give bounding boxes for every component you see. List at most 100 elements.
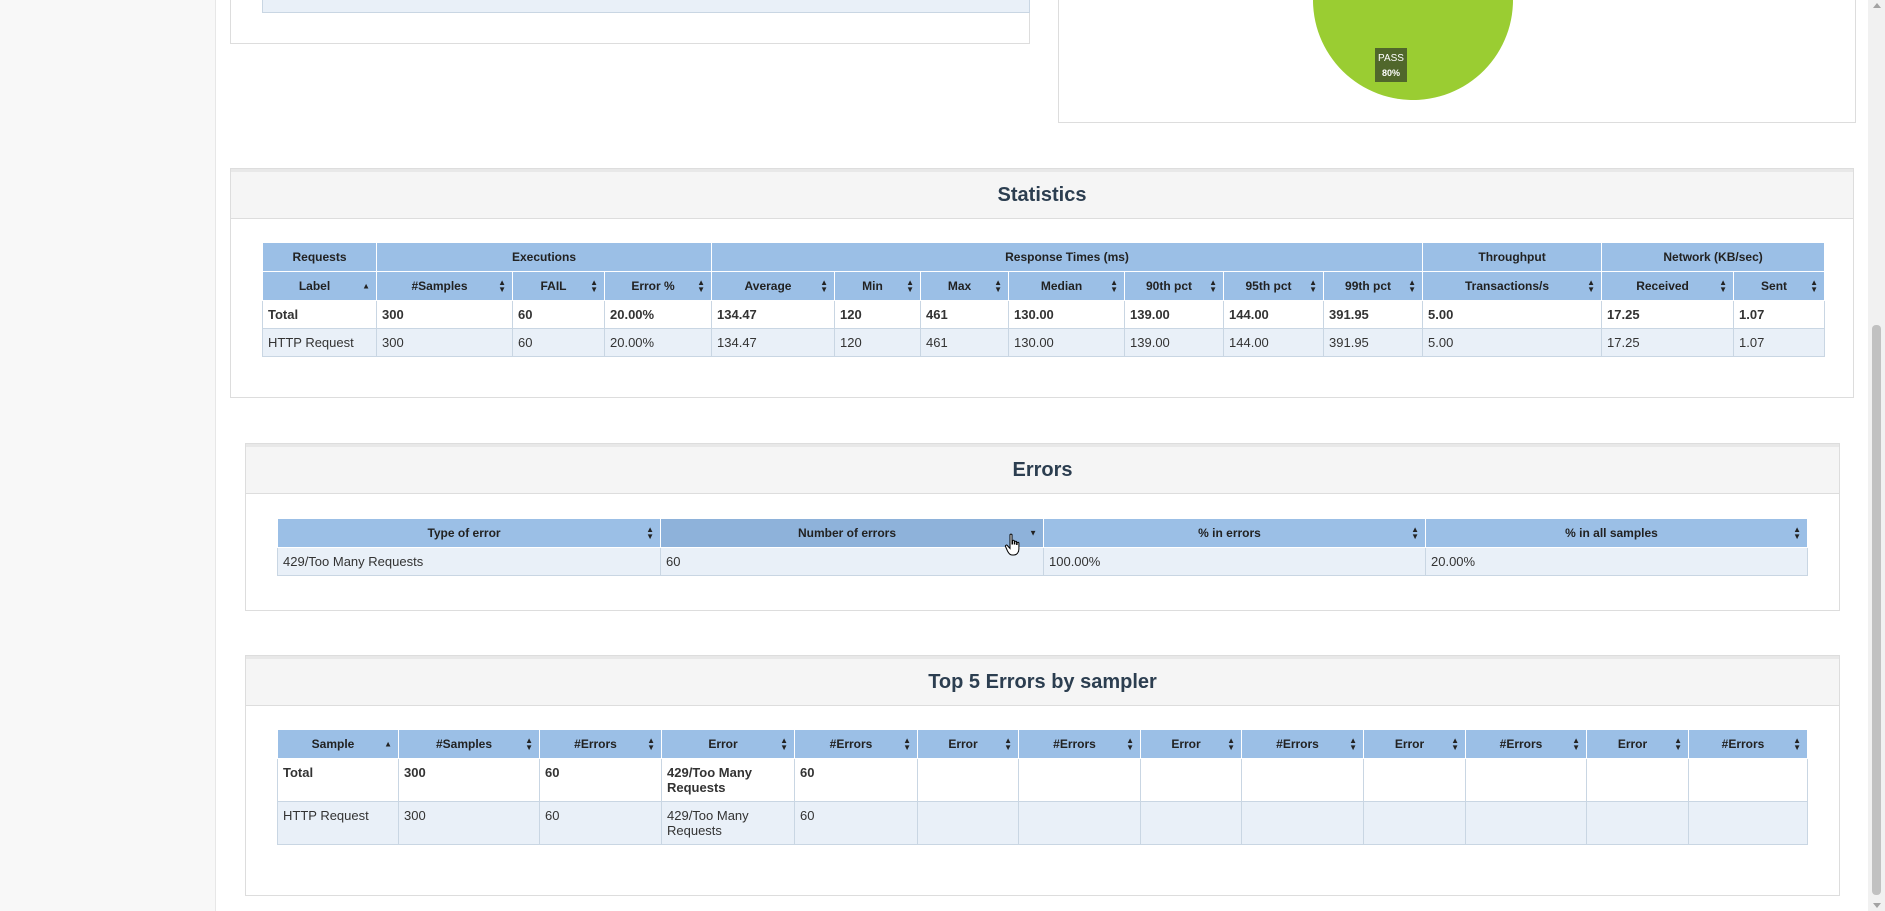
table-cell: 130.00 bbox=[1008, 300, 1126, 329]
column-header-samples[interactable]: #Samples ▲ ▼ bbox=[398, 729, 540, 759]
column-header-sample[interactable]: Sample ▲ bbox=[277, 729, 399, 759]
table-cell: 100.00% bbox=[1043, 547, 1426, 576]
column-header-label: Number of errors bbox=[797, 526, 897, 540]
column-header-error[interactable]: Error ▲ ▼ bbox=[1140, 729, 1242, 759]
column-header-error[interactable]: Error ▲ ▼ bbox=[661, 729, 795, 759]
column-header-error[interactable]: Error ▲ ▼ bbox=[1586, 729, 1689, 759]
sort-both-icon: ▲ ▼ bbox=[1719, 278, 1728, 294]
sidebar bbox=[0, 0, 216, 911]
group-requests: Requests bbox=[262, 242, 377, 272]
table-cell: 1.07 bbox=[1733, 328, 1826, 357]
column-header-error[interactable]: Error ▲ ▼ bbox=[917, 729, 1019, 759]
column-header-error[interactable]: Error % ▲ ▼ bbox=[603, 271, 713, 301]
column-header-received[interactable]: Received ▲ ▼ bbox=[1601, 271, 1735, 301]
column-header-label: Label bbox=[298, 279, 331, 293]
table-cell bbox=[1363, 801, 1466, 845]
sort-both-icon: ▲ ▼ bbox=[1793, 736, 1801, 752]
column-header-errors[interactable]: #Errors ▲ ▼ bbox=[1688, 729, 1808, 759]
table-cell: Total bbox=[262, 300, 377, 329]
column-header-in-errors[interactable]: % in errors ▲ ▼ bbox=[1043, 518, 1426, 548]
table-cell: 60 bbox=[512, 300, 605, 329]
table-cell: 391.95 bbox=[1323, 300, 1424, 329]
table-cell: 60 bbox=[794, 801, 918, 845]
column-header-label: #Errors bbox=[1276, 737, 1319, 751]
column-header-95th-pct[interactable]: 95th pct ▲ ▼ bbox=[1223, 271, 1325, 301]
sort-both-icon: ▲ ▼ bbox=[820, 278, 829, 294]
column-header-median[interactable]: Median ▲ ▼ bbox=[1008, 271, 1126, 301]
column-header-error[interactable]: Error ▲ ▼ bbox=[1363, 729, 1466, 759]
sort-both-icon: ▲ ▼ bbox=[697, 278, 706, 294]
sort-both-icon: ▲ ▼ bbox=[1674, 736, 1682, 752]
table-cell: 139.00 bbox=[1124, 328, 1225, 357]
sort-both-icon: ▲ ▼ bbox=[1004, 736, 1012, 752]
pie-chart-panel: PASS 80% bbox=[1058, 0, 1856, 123]
column-header-samples[interactable]: #Samples ▲ ▼ bbox=[376, 271, 513, 301]
column-header-sent[interactable]: Sent ▲ ▼ bbox=[1733, 271, 1826, 301]
column-header-errors[interactable]: #Errors ▲ ▼ bbox=[794, 729, 918, 759]
table-cell: 300 bbox=[398, 801, 540, 845]
sort-both-icon: ▲ ▼ bbox=[647, 736, 655, 752]
column-header-label: #Errors bbox=[829, 737, 873, 751]
table-cell bbox=[1688, 801, 1808, 845]
table-cell: HTTP Request bbox=[277, 801, 399, 845]
column-header-fail[interactable]: FAIL ▲ ▼ bbox=[512, 271, 605, 301]
scroll-up-arrow-icon[interactable] bbox=[1873, 3, 1881, 8]
table-cell: 144.00 bbox=[1223, 328, 1325, 357]
column-header-90th-pct[interactable]: 90th pct ▲ ▼ bbox=[1124, 271, 1225, 301]
column-header-label: Average bbox=[744, 279, 792, 293]
table-cell: 300 bbox=[376, 328, 513, 357]
sort-both-icon: ▲ ▼ bbox=[590, 278, 598, 294]
column-header-label: Type of error bbox=[427, 526, 501, 540]
pie-slice-pass[interactable] bbox=[1313, 0, 1514, 100]
top5-errors-heading: Top 5 Errors by sampler bbox=[246, 656, 1839, 706]
sort-both-icon: ▲ ▼ bbox=[1810, 278, 1819, 294]
column-header-label[interactable]: Label ▲ bbox=[262, 271, 377, 301]
apdex-pie-chart: PASS 80% bbox=[1313, 0, 1514, 100]
sort-both-icon: ▲ ▼ bbox=[1209, 278, 1218, 294]
column-header-label: Error bbox=[1617, 737, 1648, 751]
table-cell bbox=[1018, 801, 1141, 845]
previous-panel-fragment bbox=[230, 0, 1030, 44]
sort-asc-icon: ▲ bbox=[362, 281, 370, 291]
table-row: HTTP Request 300 60 20.00% 134.47 120 461 130.0… bbox=[262, 328, 1826, 357]
table-cell bbox=[1465, 801, 1587, 845]
sort-desc-icon: ▼ bbox=[1029, 528, 1037, 538]
column-header-transactions-s[interactable]: Transactions/s ▲ ▼ bbox=[1422, 271, 1603, 301]
table-cell: 461 bbox=[920, 328, 1010, 357]
sort-both-icon: ▲ ▼ bbox=[1126, 736, 1134, 752]
table-cell: 300 bbox=[376, 300, 513, 329]
column-header-number-of-errors[interactable]: Number of errors ▼ bbox=[660, 518, 1044, 548]
table-cell: 120 bbox=[834, 300, 922, 329]
column-header-average[interactable]: Average ▲ ▼ bbox=[711, 271, 836, 301]
column-header-errors[interactable]: #Errors ▲ ▼ bbox=[539, 729, 662, 759]
table-cell bbox=[917, 801, 1019, 845]
sort-both-icon: ▲ ▼ bbox=[498, 278, 506, 294]
table-row: 429/Too Many Requests 60 100.00% 20.00% bbox=[277, 547, 1808, 576]
pie-label-pct: 80% bbox=[1382, 68, 1400, 78]
column-header-label: Min bbox=[862, 279, 883, 293]
column-header-errors[interactable]: #Errors ▲ ▼ bbox=[1241, 729, 1364, 759]
column-header-label: #Errors bbox=[1499, 737, 1543, 751]
column-header-label: Error bbox=[948, 737, 978, 751]
column-header-max[interactable]: Max ▲ ▼ bbox=[920, 271, 1010, 301]
main-content: PASS 80% Statistics Requests Executions … bbox=[216, 0, 1868, 911]
sort-both-icon: ▲ ▼ bbox=[1110, 278, 1119, 294]
column-header-label: 99th pct bbox=[1345, 279, 1392, 293]
column-header-errors[interactable]: #Errors ▲ ▼ bbox=[1018, 729, 1141, 759]
vertical-scrollbar[interactable] bbox=[1868, 0, 1885, 911]
column-header-min[interactable]: Min ▲ ▼ bbox=[834, 271, 922, 301]
table-cell bbox=[917, 758, 1019, 802]
table-cell: 429/Too Many Requests bbox=[277, 547, 661, 576]
column-header-type-of-error[interactable]: Type of error ▲ ▼ bbox=[277, 518, 661, 548]
table-cell bbox=[1586, 758, 1689, 802]
column-header-in-all-samples[interactable]: % in all samples ▲ ▼ bbox=[1425, 518, 1808, 548]
table-row: Total 300 60 20.00% 134.47 120 461 130.00 139.00… bbox=[262, 300, 1826, 329]
column-header-errors[interactable]: #Errors ▲ ▼ bbox=[1465, 729, 1587, 759]
group-throughput: Throughput bbox=[1422, 242, 1603, 272]
column-header-label: % in all samples bbox=[1565, 526, 1658, 540]
scroll-down-arrow-icon[interactable] bbox=[1873, 903, 1881, 908]
column-header-99th-pct[interactable]: 99th pct ▲ ▼ bbox=[1323, 271, 1424, 301]
scrollbar-thumb[interactable] bbox=[1872, 325, 1881, 895]
table-cell: 20.00% bbox=[603, 328, 713, 357]
column-header-label: Error % bbox=[631, 279, 675, 293]
